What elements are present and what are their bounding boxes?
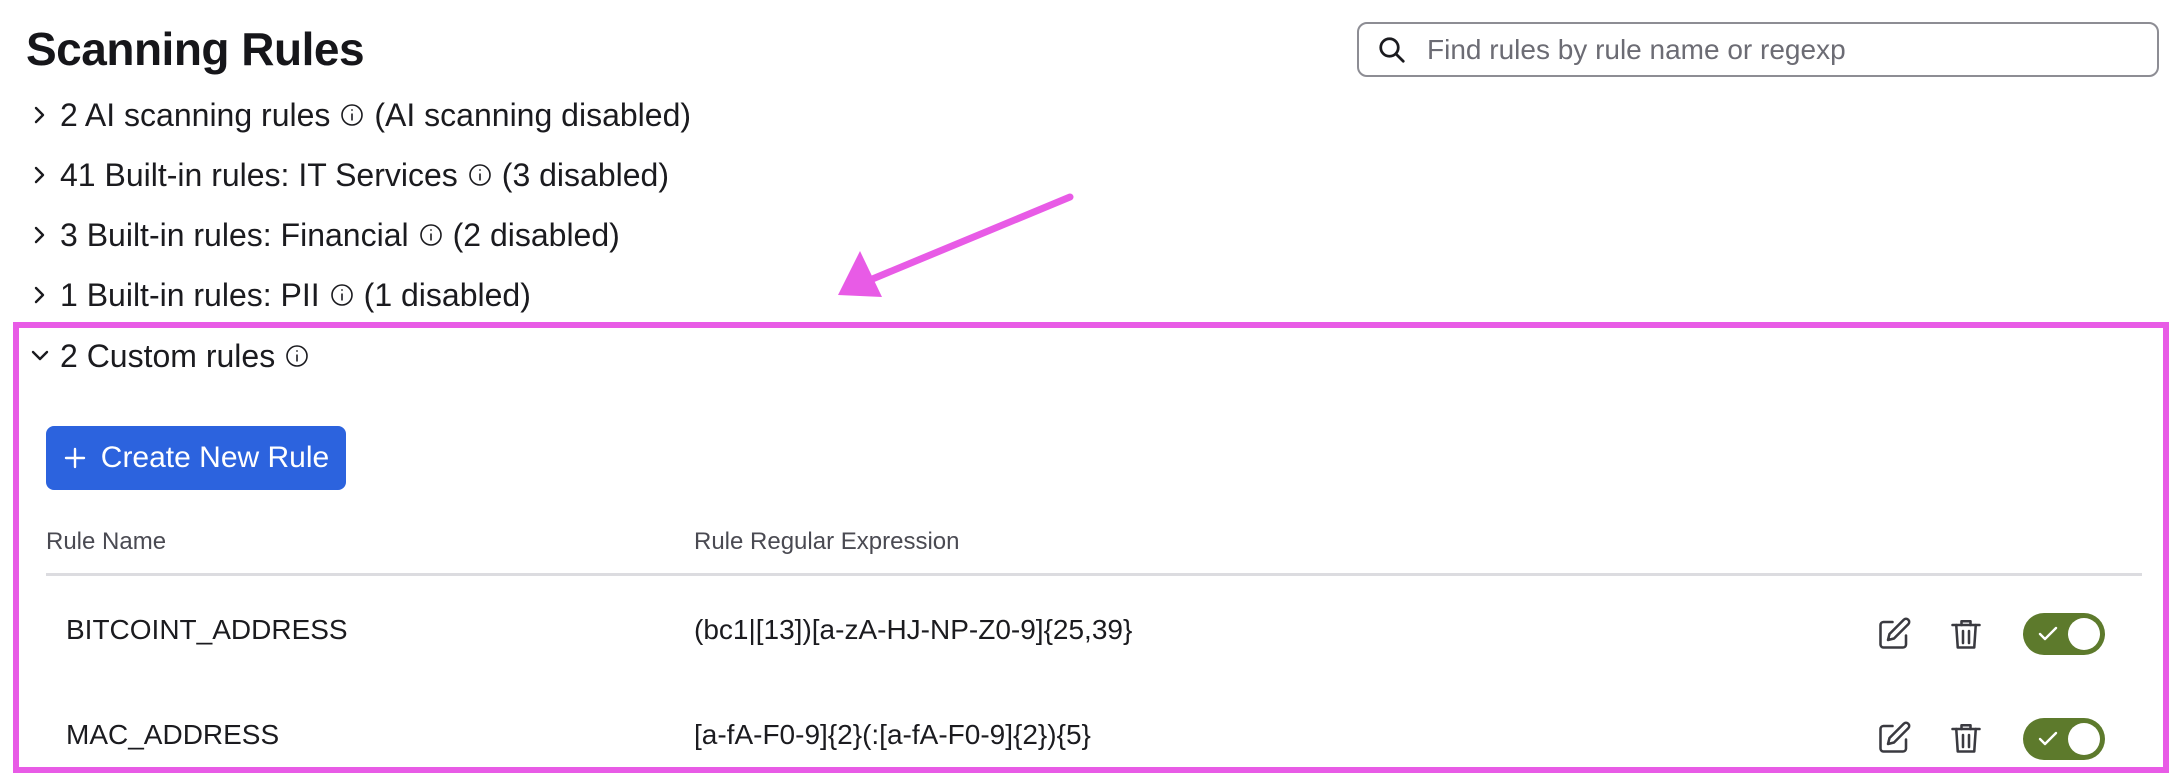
group-status: (2 disabled) [452, 216, 620, 253]
column-header-rule-regex[interactable]: Rule Regular Expression [694, 528, 959, 556]
chevron-right-icon [34, 166, 45, 184]
group-builtin-pii[interactable]: 1 Built-in rules: PII (1 disabled) [30, 270, 531, 320]
annotation-arrow [838, 193, 1074, 297]
info-icon[interactable] [330, 283, 354, 307]
chevron-right-icon [34, 226, 45, 244]
column-header-rule-name[interactable]: Rule Name [46, 528, 166, 556]
search-box[interactable] [1357, 22, 2159, 77]
search-icon [1379, 36, 1405, 63]
group-custom-rules[interactable]: 2 Custom rules [30, 331, 319, 381]
create-new-rule-label: Create New Rule [100, 441, 330, 474]
rule-name: BITCOINT_ADDRESS [66, 614, 348, 645]
info-icon[interactable] [419, 223, 443, 247]
check-icon [2038, 626, 2058, 641]
plus-icon [64, 447, 85, 469]
trash-icon[interactable] [1948, 720, 1984, 756]
scanning-rules-page: Scanning Rules 2 AI scanning rules (AI s… [0, 0, 2182, 782]
edit-icon[interactable] [1876, 720, 1912, 756]
group-label: 2 AI scanning rules [60, 96, 331, 133]
group-label: 3 Built-in rules: Financial [60, 216, 409, 253]
rule-enabled-toggle[interactable] [2023, 613, 2105, 655]
group-label: 1 Built-in rules: PII [60, 276, 320, 313]
toggle-knob [2068, 618, 2100, 650]
create-new-rule-button[interactable]: Create New Rule [46, 426, 346, 490]
group-status: (1 disabled) [363, 276, 531, 313]
search-input[interactable] [1427, 33, 2157, 66]
check-icon [2038, 731, 2058, 746]
group-builtin-it-services[interactable]: 41 Built-in rules: IT Services (3 disabl… [30, 150, 669, 200]
chevron-right-icon [34, 106, 45, 124]
rule-name: MAC_ADDRESS [66, 719, 280, 750]
group-builtin-financial[interactable]: 3 Built-in rules: Financial (2 disabled) [30, 210, 620, 260]
page-title: Scanning Rules [26, 23, 365, 75]
table-header-divider [46, 573, 2142, 576]
trash-icon[interactable] [1948, 616, 1984, 652]
group-label: 2 Custom rules [60, 337, 276, 374]
rule-regex: (bc1|[13])[a-zA-HJ-NP-Z0-9]{25,39} [694, 614, 1133, 645]
chevron-down-icon [31, 350, 49, 361]
rule-regex: [a-fA-F0-9]{2}(:[a-fA-F0-9]{2}){5} [694, 719, 1091, 750]
group-status: (AI scanning disabled) [374, 96, 692, 133]
edit-icon[interactable] [1876, 616, 1912, 652]
info-icon[interactable] [340, 103, 364, 127]
group-ai-scanning-rules[interactable]: 2 AI scanning rules (AI scanning disable… [30, 90, 691, 140]
group-status: (3 disabled) [501, 156, 669, 193]
rule-enabled-toggle[interactable] [2023, 718, 2105, 760]
info-icon[interactable] [468, 163, 492, 187]
group-label: 41 Built-in rules: IT Services [60, 156, 458, 193]
annotation-highlight-box [13, 322, 2169, 773]
toggle-knob [2068, 723, 2100, 755]
chevron-right-icon [34, 286, 45, 304]
info-icon[interactable] [285, 344, 309, 368]
